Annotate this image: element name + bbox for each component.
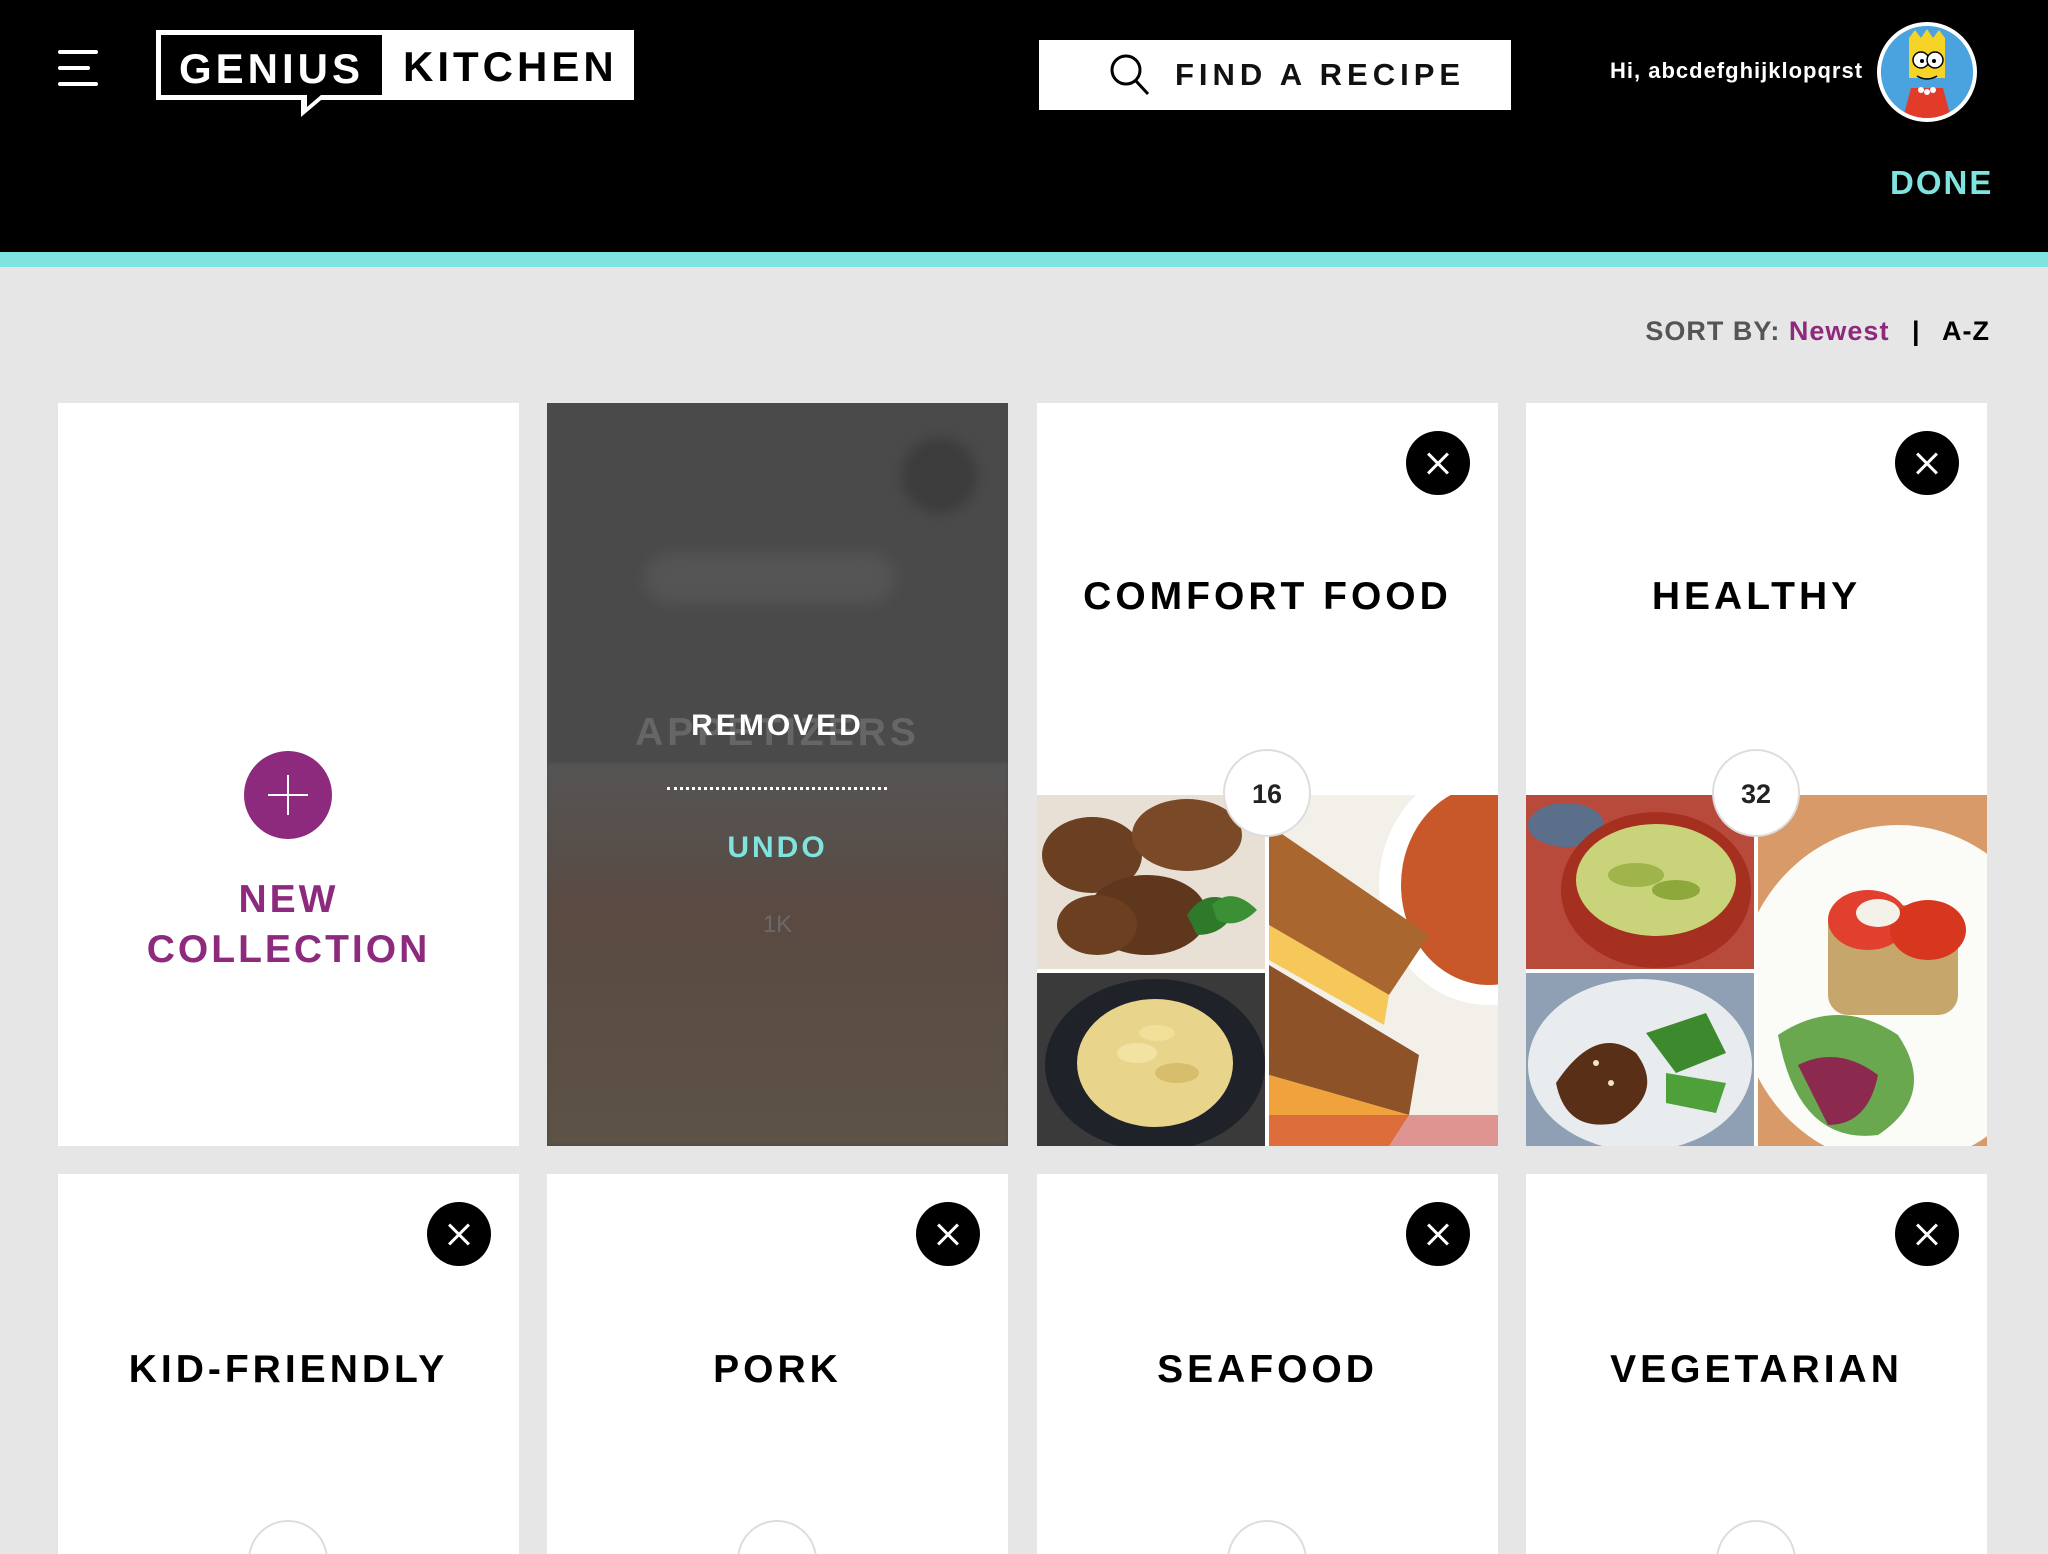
collection-card-vegetarian[interactable]: VEGETARIAN bbox=[1526, 1174, 1987, 1554]
recipe-count-badge bbox=[737, 1520, 817, 1554]
recipe-count: 16 bbox=[1223, 749, 1311, 837]
close-icon[interactable] bbox=[916, 1202, 980, 1266]
new-collection-line2: COLLECTION bbox=[146, 928, 431, 971]
photo-mac-cheese bbox=[1037, 973, 1265, 1146]
search-placeholder: FIND A RECIPE bbox=[1175, 57, 1466, 92]
logo-genius: GENIUS bbox=[156, 30, 388, 117]
collection-title: SEAFOOD bbox=[1157, 1348, 1378, 1391]
accent-stripe bbox=[0, 252, 2048, 267]
photo-meatballs bbox=[1037, 795, 1265, 969]
collection-title: COMFORT FOOD bbox=[1083, 575, 1452, 618]
collection-title: HEALTHY bbox=[1651, 575, 1862, 618]
close-icon[interactable] bbox=[1406, 431, 1470, 495]
logo-genius-text: GENIUS bbox=[179, 45, 365, 92]
sort-newest[interactable]: Newest bbox=[1789, 316, 1890, 346]
blurred-close bbox=[902, 438, 977, 513]
collection-card-seafood[interactable]: SEAFOOD bbox=[1037, 1174, 1498, 1554]
collection-title: PORK bbox=[713, 1348, 842, 1391]
collection-card-healthy[interactable]: HEALTHY 32 bbox=[1526, 403, 1987, 1146]
photo-grilled-cheese bbox=[1269, 795, 1498, 1146]
undo-button[interactable]: UNDO bbox=[547, 831, 1008, 865]
new-collection-card[interactable]: NEW COLLECTION bbox=[58, 403, 519, 1146]
logo[interactable]: GENIUS KITCHEN bbox=[156, 30, 634, 117]
done-button[interactable]: DONE bbox=[1890, 164, 1993, 202]
collection-card-kid-friendly[interactable]: KID-FRIENDLY bbox=[58, 1174, 519, 1554]
sort-az[interactable]: A-Z bbox=[1942, 316, 1990, 346]
blurred-shape bbox=[645, 553, 895, 603]
avatar[interactable] bbox=[1877, 22, 1977, 122]
close-icon[interactable] bbox=[1895, 431, 1959, 495]
recipe-count: 32 bbox=[1712, 749, 1800, 837]
recipe-count-badge bbox=[1227, 1520, 1307, 1554]
sort-label: SORT BY: bbox=[1645, 316, 1781, 346]
recipe-count-badge bbox=[248, 1520, 328, 1554]
plus-icon[interactable] bbox=[244, 751, 332, 839]
sort-separator: | bbox=[1911, 316, 1921, 346]
close-icon[interactable] bbox=[427, 1202, 491, 1266]
logo-kitchen: KITCHEN bbox=[387, 30, 634, 100]
collection-title: VEGETARIAN bbox=[1610, 1348, 1903, 1391]
close-icon[interactable] bbox=[1406, 1202, 1470, 1266]
avatar-image bbox=[1881, 26, 1973, 118]
collection-card-pork[interactable]: PORK bbox=[547, 1174, 1008, 1554]
new-collection-label: NEW COLLECTION bbox=[58, 875, 519, 975]
blurred-photos bbox=[547, 763, 1008, 1145]
photo-pasta-bowl bbox=[1526, 795, 1754, 969]
top-bar: GENIUS KITCHEN FIND A RECIPE Hi, abcdefg… bbox=[0, 0, 2048, 252]
new-collection-line1: NEW bbox=[238, 878, 339, 921]
close-icon[interactable] bbox=[1895, 1202, 1959, 1266]
removed-label: REMOVED bbox=[691, 709, 864, 742]
dotted-divider bbox=[667, 787, 887, 790]
search-box[interactable]: FIND A RECIPE bbox=[1039, 40, 1511, 110]
collection-card-comfort-food[interactable]: COMFORT FOOD 16 bbox=[1037, 403, 1498, 1146]
recipe-count-badge bbox=[1716, 1520, 1796, 1554]
sort-control: SORT BY: Newest | A-Z bbox=[1645, 316, 1990, 347]
user-greeting: Hi, abcdefghijklopqrst bbox=[1610, 58, 1864, 83]
removed-collection-card: APPETIZERS 1K REMOVED UNDO bbox=[547, 403, 1008, 1146]
photo-stir-fry bbox=[1526, 973, 1754, 1146]
search-icon bbox=[1110, 54, 1150, 96]
removed-ghost-count: 1K bbox=[762, 911, 793, 938]
photo-tomato-salad bbox=[1758, 795, 1987, 1146]
collection-title: KID-FRIENDLY bbox=[128, 1348, 449, 1391]
menu-icon[interactable] bbox=[58, 46, 98, 86]
